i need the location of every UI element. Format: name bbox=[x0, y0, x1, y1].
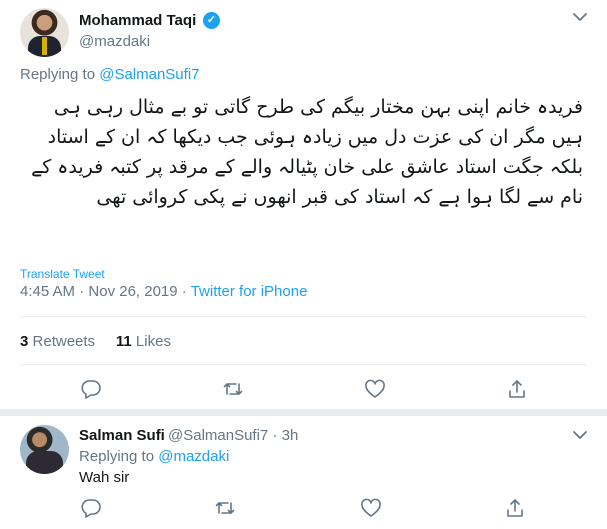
thread-separator bbox=[0, 409, 607, 416]
chevron-down-icon[interactable] bbox=[572, 428, 588, 442]
author-name[interactable]: Mohammad Taqi bbox=[79, 12, 196, 29]
replying-to-prefix: Replying to bbox=[79, 448, 155, 465]
tweet-stats: 3 Retweets 11 Likes bbox=[20, 333, 171, 350]
meta-dot: · bbox=[181, 283, 187, 300]
verified-badge-icon: ✓ bbox=[203, 12, 220, 29]
tweet-time[interactable]: 4:45 AM bbox=[20, 283, 75, 300]
replying-to-line: Replying to @SalmanSufi7 bbox=[20, 66, 200, 83]
replying-to-prefix: Replying to bbox=[20, 66, 96, 83]
avatar-body bbox=[26, 451, 63, 474]
tweet-text: فریدہ خانم اپنی بہن مختار بیگم کی طرح گا… bbox=[31, 96, 583, 208]
likes-count: 11 bbox=[115, 333, 132, 350]
reply-author-meta: @SalmanSufi7 · 3h bbox=[168, 427, 298, 444]
reply-replying-to-line: Replying to @mazdaki bbox=[79, 448, 229, 465]
replying-to-handle-link[interactable]: @SalmanSufi7 bbox=[99, 66, 199, 83]
divider bbox=[20, 364, 587, 365]
reply-author-handle[interactable]: @SalmanSufi7 bbox=[168, 427, 268, 444]
tweet-source-link[interactable]: Twitter for iPhone bbox=[191, 283, 308, 300]
reply-text: Wah sir bbox=[79, 469, 130, 486]
likes-label: Likes bbox=[135, 333, 171, 350]
tweet-date[interactable]: Nov 26, 2019 bbox=[88, 283, 177, 300]
share-icon[interactable] bbox=[504, 497, 526, 519]
retweets-stat[interactable]: 3 Retweets bbox=[20, 333, 95, 350]
reply-icon[interactable] bbox=[80, 497, 102, 519]
avatar-tie bbox=[42, 37, 47, 55]
retweets-count: 3 bbox=[20, 333, 29, 350]
retweet-icon[interactable] bbox=[222, 378, 244, 400]
divider bbox=[20, 316, 587, 317]
reply-author-name[interactable]: Salman Sufi bbox=[79, 427, 165, 444]
likes-stat[interactable]: 11 Likes bbox=[116, 333, 171, 350]
author-handle[interactable]: @mazdaki bbox=[79, 33, 150, 50]
author-avatar[interactable] bbox=[20, 8, 69, 57]
meta-dot: · bbox=[272, 427, 278, 444]
share-icon[interactable] bbox=[506, 378, 528, 400]
heart-icon[interactable] bbox=[360, 497, 382, 519]
reply-author-avatar[interactable] bbox=[20, 425, 69, 474]
chevron-down-icon[interactable] bbox=[572, 10, 588, 24]
translate-tweet-link[interactable]: Translate Tweet bbox=[20, 267, 105, 281]
tweet-meta: 4:45 AM · Nov 26, 2019 · Twitter for iPh… bbox=[20, 283, 307, 300]
meta-dot: · bbox=[79, 283, 85, 300]
reply-time[interactable]: 3h bbox=[282, 427, 299, 444]
retweet-icon[interactable] bbox=[214, 497, 236, 519]
reply-icon[interactable] bbox=[80, 378, 102, 400]
retweets-label: Retweets bbox=[32, 333, 96, 350]
heart-icon[interactable] bbox=[364, 378, 386, 400]
replying-to-handle-link[interactable]: @mazdaki bbox=[158, 448, 229, 465]
